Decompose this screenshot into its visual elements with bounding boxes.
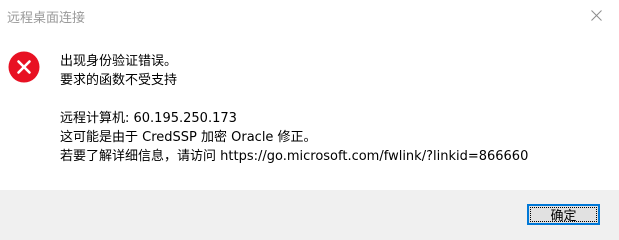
- ok-button[interactable]: 确定: [527, 204, 600, 225]
- message-text: 出现身份验证错误。 要求的函数不受支持 远程计算机: 60.195.250.17…: [60, 52, 528, 166]
- close-button[interactable]: [573, 0, 619, 31]
- error-heading: 出现身份验证错误。: [60, 54, 178, 69]
- error-detail: 要求的函数不受支持: [60, 73, 178, 88]
- error-dialog: 远程桌面连接 出现身份验证错误。 要求的函数不受支持 远程计算机: 60.195…: [0, 0, 619, 240]
- cause-line: 这可能是由于 CredSSP 加密 Oracle 修正。: [60, 130, 317, 145]
- window-title: 远程桌面连接: [7, 11, 86, 26]
- error-icon: [8, 51, 40, 83]
- close-icon: [590, 10, 602, 21]
- button-bar: 确定: [0, 190, 619, 240]
- more-info-line: 若要了解详细信息，请访问 https://go.microsoft.com/fw…: [60, 149, 529, 164]
- message-spacer: [60, 90, 528, 109]
- ok-button-label: 确定: [550, 209, 577, 224]
- title-bar[interactable]: 远程桌面连接: [0, 0, 619, 31]
- remote-computer-line: 远程计算机: 60.195.250.173: [60, 111, 237, 126]
